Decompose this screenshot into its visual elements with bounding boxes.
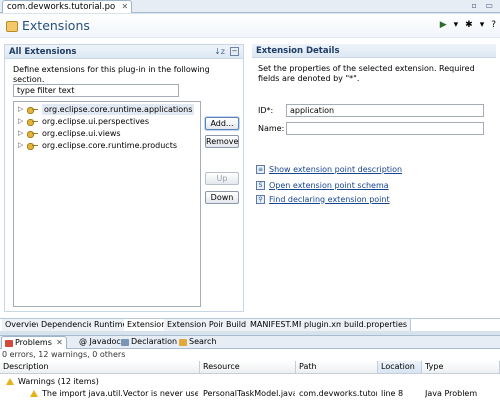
tab-manifest[interactable]: MANIFEST.MF	[247, 319, 308, 331]
description-icon: ≡	[256, 164, 265, 174]
tab-problems[interactable]: Problems ✕	[1, 336, 67, 349]
tab-declaration-label: Declaration	[131, 337, 178, 346]
expand-icon[interactable]: ▷	[18, 128, 23, 139]
column-resource[interactable]: Resource	[200, 361, 296, 374]
warnings-group: Warnings (12 items)	[6, 376, 99, 387]
window-controls[interactable]: ▫ ▭	[471, 1, 496, 10]
tab-build-properties[interactable]: build.properties	[341, 319, 412, 331]
id-field[interactable]	[286, 104, 484, 117]
tab-javadoc-label: @ Javadoc	[79, 337, 121, 346]
header-toolbar: ▶ ▾ ✱ ▾ ?	[440, 20, 496, 30]
collapse-all-icon[interactable]: −	[230, 47, 239, 56]
extension-icon	[27, 131, 38, 138]
run-dropdown-icon[interactable]: ▾	[454, 20, 459, 30]
tab-search-label: Search	[189, 337, 217, 346]
editor-tab-title: com.devworks.tutorial.po	[7, 2, 116, 12]
run-icon[interactable]: ▶	[440, 20, 447, 30]
all-extensions-section: All Extensions ↓z − Define extensions fo…	[4, 44, 244, 312]
debug-dropdown-icon[interactable]: ▾	[480, 20, 485, 30]
section-title-all-extensions: All Extensions	[5, 45, 243, 59]
expand-icon[interactable]: ▷	[18, 140, 23, 151]
tab-javadoc[interactable]: @ Javadoc	[66, 336, 121, 349]
declaration-icon	[121, 339, 129, 346]
find-declaring-link-row[interactable]: ⚲ Find declaring extension point	[256, 193, 390, 205]
column-path[interactable]: Path	[296, 361, 378, 374]
views-tab-bar: Problems ✕ @ Javadoc Declaration Search	[0, 335, 500, 349]
close-icon[interactable]: ✕	[122, 1, 129, 13]
extension-icon	[27, 119, 38, 126]
open-schema-link-row[interactable]: S Open extension point schema	[256, 179, 389, 191]
expand-icon[interactable]: ▷	[18, 104, 23, 115]
extension-icon	[27, 107, 38, 114]
add-button[interactable]: Add...	[205, 117, 239, 130]
problem-resource: PersonalTaskModel.java	[203, 389, 295, 398]
warning-icon	[6, 378, 14, 385]
column-description[interactable]: Description	[0, 361, 200, 374]
tree-item-label: org.eclipse.core.runtime.applications	[42, 104, 195, 115]
column-location[interactable]: Location	[378, 361, 422, 374]
close-icon[interactable]: ✕	[56, 337, 63, 349]
show-description-link-row[interactable]: ≡ Show extension point description	[256, 163, 402, 175]
editor-tab-bar: com.devworks.tutorial.po ✕ ▫ ▭	[0, 0, 500, 13]
details-description: Set the properties of the selected exten…	[258, 64, 475, 83]
tree-item-label: org.eclipse.ui.views	[42, 129, 121, 138]
warnings-group-row[interactable]: Warnings (12 items)	[0, 376, 500, 387]
name-label: Name:	[258, 124, 285, 133]
warning-icon	[30, 390, 38, 397]
column-type[interactable]: Type	[422, 361, 500, 374]
filter-input[interactable]	[13, 84, 179, 97]
problems-summary: 0 errors, 12 warnings, 0 others	[2, 350, 126, 359]
help-icon[interactable]: ?	[491, 20, 496, 30]
debug-icon[interactable]: ✱	[465, 20, 473, 30]
name-field[interactable]	[286, 122, 484, 135]
tree-item-label: org.eclipse.ui.perspectives	[42, 117, 150, 126]
find-icon: ⚲	[256, 194, 265, 204]
open-schema-link[interactable]: Open extension point schema	[269, 181, 389, 190]
remove-button[interactable]: Remove	[205, 135, 239, 148]
problem-description-text: The import java.util.Vector is never use…	[42, 389, 198, 398]
down-button[interactable]: Down	[205, 191, 239, 204]
show-description-link[interactable]: Show extension point description	[269, 165, 402, 174]
section-description: Define extensions for this plug-in in th…	[13, 65, 210, 84]
problem-location: line 8	[381, 389, 404, 398]
tab-search[interactable]: Search	[176, 336, 216, 349]
schema-icon: S	[256, 180, 265, 190]
up-button[interactable]: Up	[205, 172, 239, 185]
page-title: Extensions	[22, 18, 90, 33]
extension-details-section: Extension Details Set the properties of …	[252, 44, 496, 312]
editor-tab[interactable]: com.devworks.tutorial.po ✕	[2, 0, 133, 13]
table-row[interactable]: The import java.util.Vector is never use…	[0, 388, 500, 399]
section-title-extension-details: Extension Details	[252, 44, 496, 58]
form-page-tabs: Overview Dependencies Runtime Extensions…	[0, 318, 500, 331]
find-declaring-link[interactable]: Find declaring extension point	[269, 195, 390, 204]
tree-item-label: org.eclipse.core.runtime.products	[42, 141, 177, 150]
form-header: Extensions ▶ ▾ ✱ ▾ ?	[0, 14, 500, 38]
extension-icon	[27, 143, 38, 150]
problem-path: com.devworks.tutori...	[299, 389, 377, 398]
id-label: ID*:	[258, 106, 274, 115]
tab-problems-label: Problems	[15, 338, 52, 347]
extensions-form: Extensions ▶ ▾ ✱ ▾ ? All Extensions ↓z −…	[0, 14, 500, 318]
extensions-tree[interactable]: ▷ org.eclipse.core.runtime.applications …	[13, 101, 201, 307]
plugin-icon	[6, 21, 18, 32]
problems-view: 0 errors, 12 warnings, 0 others Descript…	[0, 349, 500, 409]
problems-icon	[5, 340, 13, 347]
problem-description: The import java.util.Vector is never use…	[30, 388, 198, 399]
warnings-group-label: Warnings (12 items)	[18, 377, 99, 386]
problem-type: Java Problem	[425, 389, 478, 398]
search-icon	[179, 339, 187, 346]
tab-declaration[interactable]: Declaration	[118, 336, 177, 349]
sort-alpha-icon[interactable]: ↓z	[214, 47, 225, 56]
expand-icon[interactable]: ▷	[18, 116, 23, 127]
